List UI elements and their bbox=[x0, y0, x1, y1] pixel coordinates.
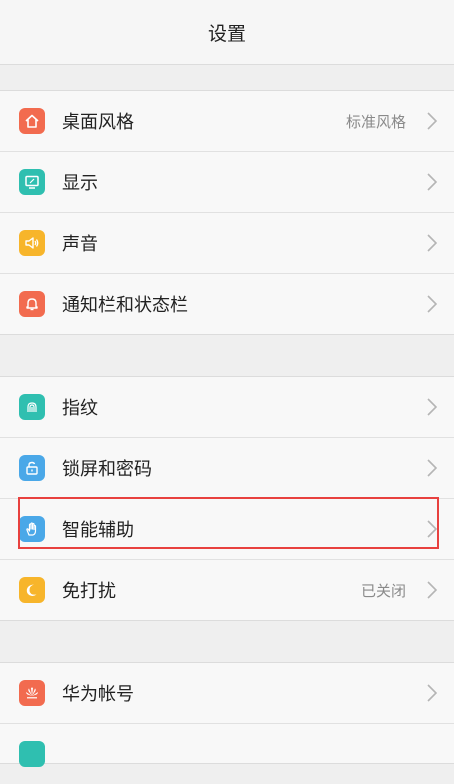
chevron-right-icon bbox=[427, 173, 438, 191]
settings-item-label: 锁屏和密码 bbox=[62, 459, 152, 480]
settings-item-huawei-account[interactable]: 华为帐号 bbox=[0, 663, 454, 724]
settings-item-label: 华为帐号 bbox=[62, 684, 134, 705]
settings-item-label: 声音 bbox=[62, 234, 98, 255]
settings-group-3: 华为帐号 bbox=[0, 662, 454, 767]
settings-item-label: 通知栏和状态栏 bbox=[62, 295, 188, 316]
settings-item-label: 桌面风格 bbox=[62, 112, 134, 133]
chevron-right-icon bbox=[427, 459, 438, 477]
sound-icon bbox=[19, 230, 45, 256]
app-icon bbox=[19, 741, 45, 767]
chevron-right-icon bbox=[427, 684, 438, 702]
chevron-right-icon bbox=[427, 581, 438, 599]
settings-group-1: 桌面风格 标准风格 显示 声音 通知栏和状态栏 bbox=[0, 90, 454, 335]
settings-item-notifications[interactable]: 通知栏和状态栏 bbox=[0, 274, 454, 334]
settings-item-label: 指纹 bbox=[62, 398, 98, 419]
settings-item-partial[interactable] bbox=[0, 724, 454, 784]
chevron-right-icon bbox=[427, 234, 438, 252]
settings-item-sound[interactable]: 声音 bbox=[0, 213, 454, 274]
chevron-right-icon bbox=[427, 398, 438, 416]
lock-icon bbox=[19, 455, 45, 481]
settings-item-label: 显示 bbox=[62, 173, 98, 194]
settings-group-2: 指纹 锁屏和密码 智能辅助 免打扰 已关闭 bbox=[0, 376, 454, 621]
bell-icon bbox=[19, 291, 45, 317]
settings-item-label: 智能辅助 bbox=[62, 520, 134, 541]
home-icon bbox=[19, 108, 45, 134]
page-title: 设置 bbox=[207, 22, 246, 45]
settings-item-value: 已关闭 bbox=[360, 581, 406, 600]
settings-item-label: 免打扰 bbox=[62, 581, 116, 602]
huawei-icon bbox=[19, 680, 45, 706]
settings-item-desktop-style[interactable]: 桌面风格 标准风格 bbox=[0, 91, 454, 152]
chevron-right-icon bbox=[427, 520, 438, 538]
settings-item-fingerprint[interactable]: 指纹 bbox=[0, 377, 454, 438]
page-header: 设置 bbox=[0, 0, 454, 65]
settings-item-lock-screen[interactable]: 锁屏和密码 bbox=[0, 438, 454, 499]
display-icon bbox=[19, 169, 45, 195]
hand-icon bbox=[19, 516, 45, 542]
settings-item-smart-assist[interactable]: 智能辅助 bbox=[0, 499, 454, 560]
moon-icon bbox=[19, 577, 45, 603]
settings-item-do-not-disturb[interactable]: 免打扰 已关闭 bbox=[0, 560, 454, 620]
settings-item-display[interactable]: 显示 bbox=[0, 152, 454, 213]
fingerprint-icon bbox=[19, 394, 45, 420]
chevron-right-icon bbox=[427, 112, 438, 130]
chevron-right-icon bbox=[427, 295, 438, 313]
settings-item-value: 标准风格 bbox=[345, 112, 406, 131]
